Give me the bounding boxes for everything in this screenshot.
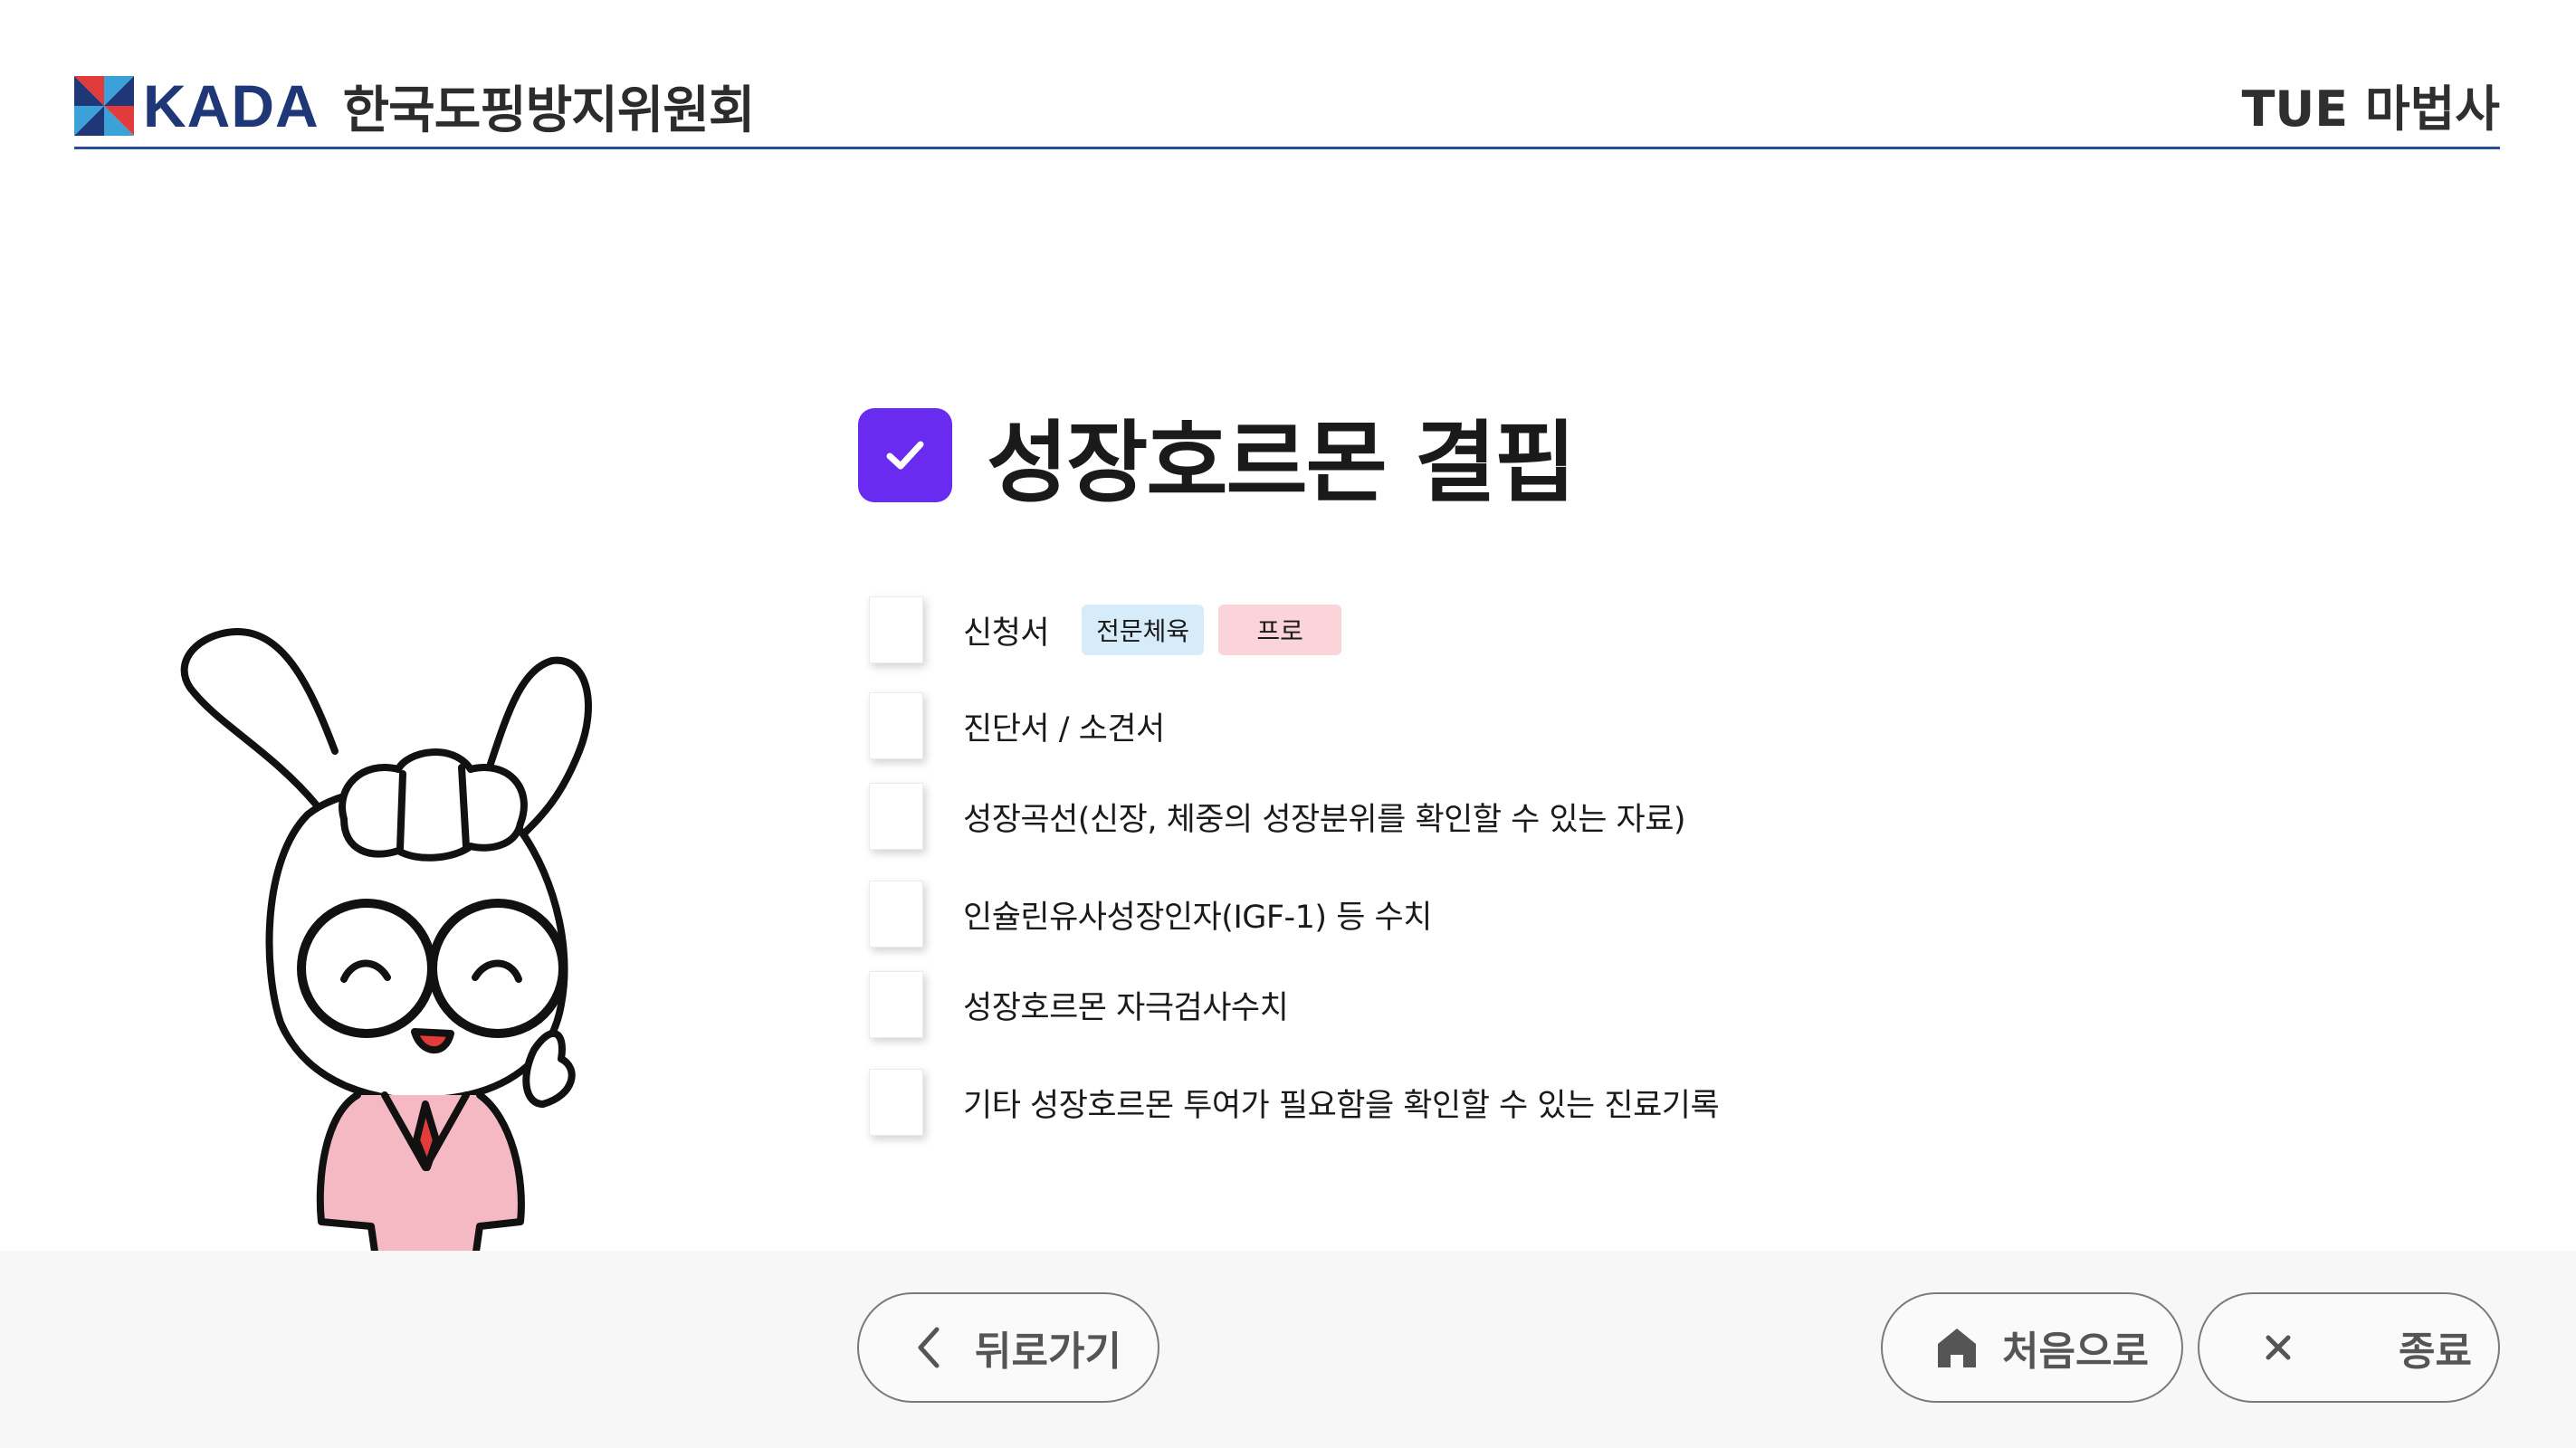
logo-text: KADA: [143, 72, 320, 139]
badge-professional-sport: 전문체육: [1082, 605, 1205, 655]
mascot-illustration: [180, 627, 592, 1258]
chevron-left-icon: [918, 1327, 940, 1368]
badge-pro: 프로: [1218, 605, 1342, 655]
checkbox[interactable]: [869, 692, 923, 759]
home-icon: [1938, 1329, 1976, 1367]
checkbox[interactable]: [869, 783, 923, 850]
checklist-item: 성장호르몬 자극검사수치: [869, 968, 1289, 1041]
exit-button-label: 종료: [2399, 1329, 2472, 1375]
checkbox[interactable]: [869, 971, 923, 1038]
app-title: TUE 마법사: [2241, 81, 2500, 138]
checkbox[interactable]: [869, 596, 923, 663]
close-icon: [2266, 1335, 2291, 1360]
checklist-item-label: 진단서 / 소견서: [963, 710, 1165, 748]
footer-bar: [0, 1251, 2576, 1448]
page-title: 성장호르몬 결핍: [987, 412, 1576, 515]
home-button-label: 처음으로: [2002, 1329, 2149, 1375]
exit-button[interactable]: 종료: [2198, 1292, 2500, 1403]
check-icon: [858, 408, 952, 502]
checklist-item-label: 성장호르몬 자극검사수치: [963, 989, 1289, 1026]
checklist-item-label: 성장곡선(신장, 체중의 성장분위를 확인할 수 있는 자료): [963, 801, 1686, 838]
checklist-item: 신청서 전문체육 프로: [869, 594, 1342, 666]
checklist-item: 인슐린유사성장인자(IGF-1) 등 수치: [869, 878, 1432, 950]
checklist-item: 진단서 / 소견서: [869, 690, 1165, 762]
kada-logo: KADA 한국도핑방지위원회: [74, 72, 755, 140]
checkbox[interactable]: [869, 881, 923, 948]
checklist-item-label: 기타 성장호르몬 투여가 필요함을 확인할 수 있는 진료기록: [963, 1087, 1720, 1124]
checklist-item-label: 신청서: [963, 614, 1050, 652]
page-title-row: 성장호르몬 결핍: [858, 391, 1576, 519]
checklist-item: 성장곡선(신장, 체중의 성장분위를 확인할 수 있는 자료): [869, 780, 1686, 853]
org-name: 한국도핑방지위원회: [342, 81, 756, 140]
checklist-item: 기타 성장호르몬 투여가 필요함을 확인할 수 있는 진료기록: [869, 1066, 1720, 1138]
kada-logo-mark-icon: [74, 76, 134, 136]
back-button[interactable]: 뒤로가기: [857, 1292, 1159, 1403]
header: KADA 한국도핑방지위원회 TUE 마법사: [74, 63, 2500, 149]
home-button[interactable]: 처음으로: [1881, 1292, 2183, 1403]
checklist-item-label: 인슐린유사성장인자(IGF-1) 등 수치: [963, 899, 1432, 936]
back-button-label: 뒤로가기: [975, 1329, 1121, 1375]
checkbox[interactable]: [869, 1069, 923, 1136]
